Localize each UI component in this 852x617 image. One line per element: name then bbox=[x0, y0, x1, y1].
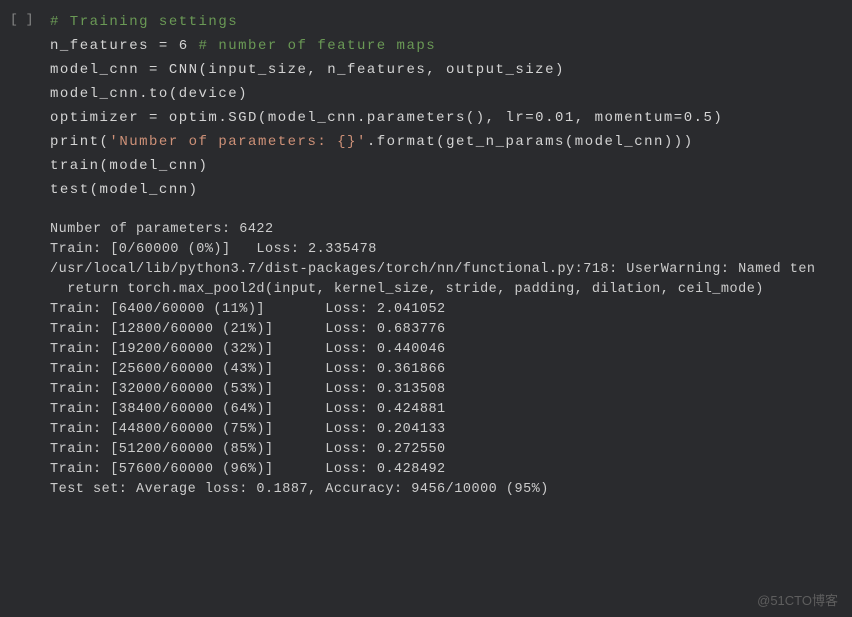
output-text: Train: [51200/60000 (85%)] Loss: 0.27255… bbox=[50, 440, 842, 460]
output-text: Train: [0/60000 (0%)] Loss: 2.335478 bbox=[50, 240, 842, 260]
watermark: @51CTO博客 bbox=[757, 590, 838, 609]
code-cell: [ ] # Training settings n_features = 6 #… bbox=[0, 0, 852, 202]
output-area: Number of parameters: 6422 Train: [0/600… bbox=[0, 202, 852, 500]
output-text: Train: [12800/60000 (21%)] Loss: 0.68377… bbox=[50, 320, 842, 340]
code-comment: # number of feature maps bbox=[199, 38, 437, 54]
output-text: Train: [44800/60000 (75%)] Loss: 0.20413… bbox=[50, 420, 842, 440]
output-text: Train: [57600/60000 (96%)] Loss: 0.42849… bbox=[50, 460, 842, 480]
cell-gutter[interactable]: [ ] bbox=[0, 10, 50, 202]
output-text: Train: [38400/60000 (64%)] Loss: 0.42488… bbox=[50, 400, 842, 420]
code-string: 'Number of parameters: {}' bbox=[109, 134, 366, 150]
output-text: Train: [19200/60000 (32%)] Loss: 0.44004… bbox=[50, 340, 842, 360]
code-text: train(model_cnn) bbox=[50, 158, 208, 174]
code-text: .format(get_n_params(model_cnn))) bbox=[367, 134, 694, 150]
code-text: model_cnn = CNN(input_size, n_features, … bbox=[50, 62, 565, 78]
output-text: Train: [25600/60000 (43%)] Loss: 0.36186… bbox=[50, 360, 842, 380]
code-comment: # Training settings bbox=[50, 14, 238, 30]
code-text: n_features = 6 bbox=[50, 38, 199, 54]
code-text: optimizer = optim.SGD(model_cnn.paramete… bbox=[50, 110, 723, 126]
code-text: print( bbox=[50, 134, 109, 150]
output-text: Train: [32000/60000 (53%)] Loss: 0.31350… bbox=[50, 380, 842, 400]
output-warning: /usr/local/lib/python3.7/dist-packages/t… bbox=[50, 260, 842, 280]
code-editor[interactable]: # Training settings n_features = 6 # num… bbox=[50, 10, 852, 202]
output-text: Train: [6400/60000 (11%)] Loss: 2.041052 bbox=[50, 300, 842, 320]
output-warning: return torch.max_pool2d(input, kernel_si… bbox=[50, 280, 842, 300]
code-text: model_cnn.to(device) bbox=[50, 86, 248, 102]
execution-counter: [ ] bbox=[10, 12, 33, 27]
code-text: test(model_cnn) bbox=[50, 182, 199, 198]
output-text: Number of parameters: 6422 bbox=[50, 220, 842, 240]
output-text: Test set: Average loss: 0.1887, Accuracy… bbox=[50, 480, 842, 500]
